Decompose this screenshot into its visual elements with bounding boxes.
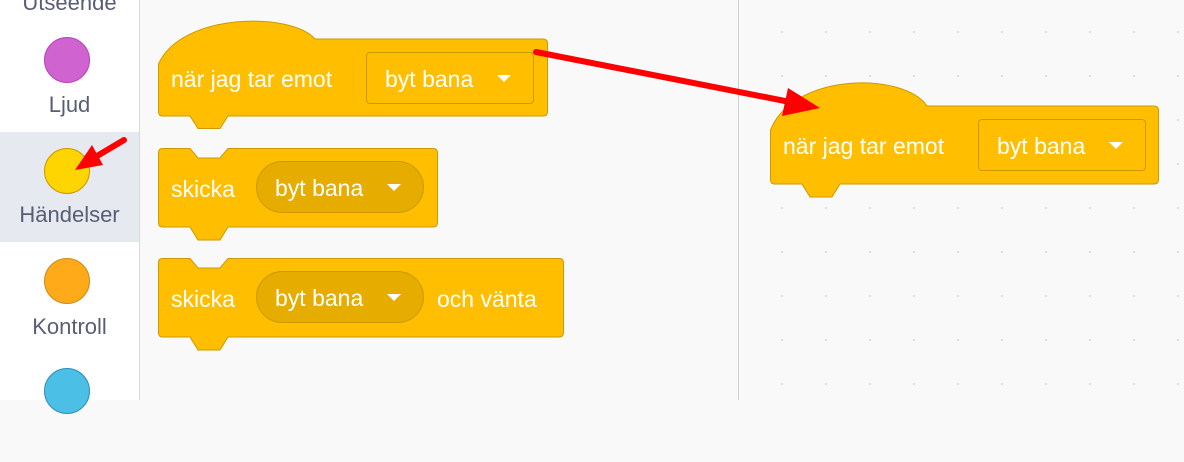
category-sidebar: Utseende Ljud Händelser Kontroll xyxy=(0,0,140,414)
block-label: när jag tar emot xyxy=(783,133,945,159)
dropdown-value: byt bana xyxy=(385,66,474,92)
events-category-icon xyxy=(44,148,90,194)
category-sound[interactable]: Ljud xyxy=(0,30,139,140)
when-i-receive-block[interactable]: när jag tar emot byt bana xyxy=(770,78,1160,200)
sensing-category-icon xyxy=(44,368,90,414)
block-label: skicka xyxy=(171,176,235,202)
category-label: Utseende xyxy=(22,0,117,15)
category-events[interactable]: Händelser xyxy=(0,132,139,242)
category-control[interactable]: Kontroll xyxy=(0,242,139,352)
message-dropdown[interactable]: byt bana xyxy=(256,161,424,213)
block-label: skicka xyxy=(171,286,235,312)
control-category-icon xyxy=(44,258,90,304)
broadcast-block[interactable]: skicka byt bana xyxy=(158,148,438,242)
broadcast-and-wait-block[interactable]: skicka byt bana och vänta xyxy=(158,258,564,352)
dropdown-value: byt bana xyxy=(997,133,1086,159)
category-looks[interactable]: Utseende xyxy=(0,0,139,30)
chevron-down-icon xyxy=(387,184,401,191)
category-label: Kontroll xyxy=(32,314,107,339)
category-label: Ljud xyxy=(48,92,91,117)
message-dropdown[interactable]: byt bana xyxy=(366,52,534,104)
message-dropdown[interactable]: byt bana xyxy=(256,271,424,323)
chevron-down-icon xyxy=(497,75,511,82)
dropdown-value: byt bana xyxy=(275,175,364,201)
chevron-down-icon xyxy=(1109,142,1123,149)
chevron-down-icon xyxy=(387,294,401,301)
block-palette: när jag tar emot byt bana skicka byt ban… xyxy=(140,0,739,400)
dropdown-value: byt bana xyxy=(275,285,364,311)
category-sensing[interactable] xyxy=(0,352,139,462)
when-i-receive-block[interactable]: när jag tar emot byt bana xyxy=(158,12,548,130)
block-label: när jag tar emot xyxy=(171,66,333,92)
message-dropdown[interactable]: byt bana xyxy=(978,119,1146,171)
sound-category-icon xyxy=(44,37,90,83)
script-workspace[interactable]: när jag tar emot byt bana xyxy=(740,0,1184,400)
block-suffix-label: och vänta xyxy=(437,286,537,312)
category-label: Händelser xyxy=(19,202,120,227)
